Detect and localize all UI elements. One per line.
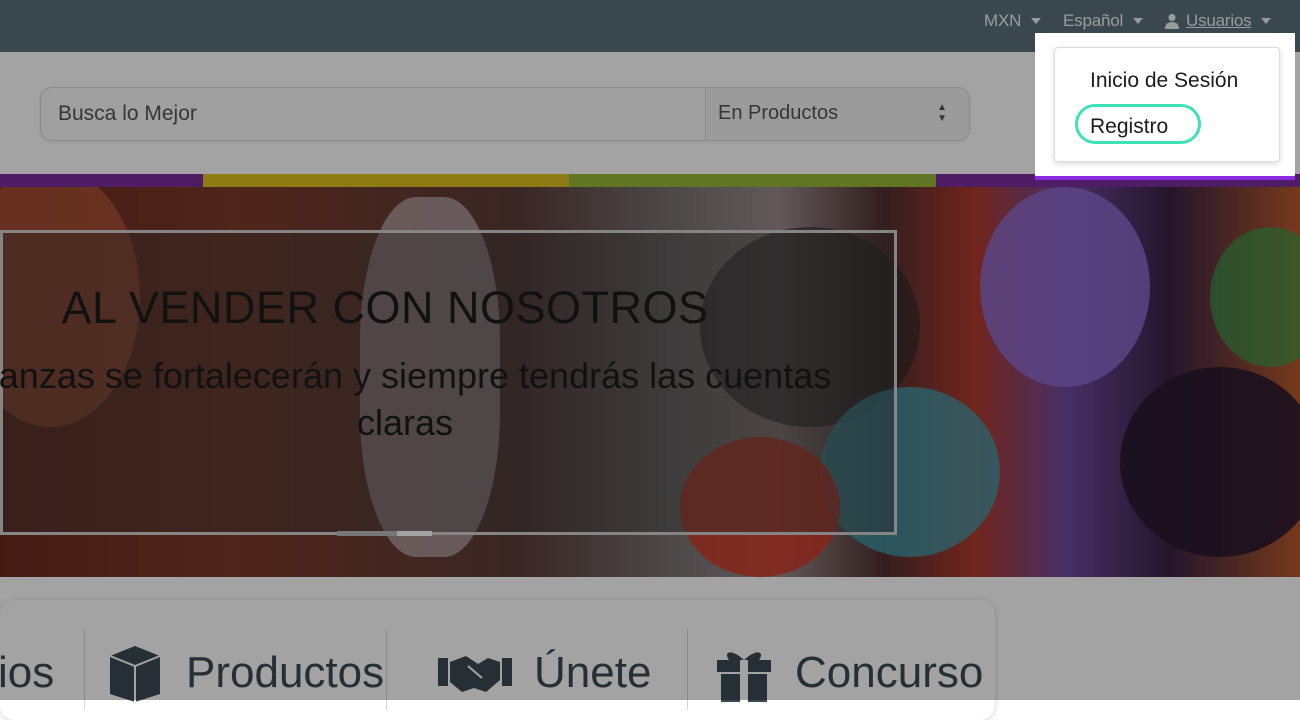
stripe-yellow xyxy=(203,174,569,187)
card-label: Productos xyxy=(186,648,385,697)
divider xyxy=(687,630,688,710)
feature-cards: ios Productos Únete Concurso xyxy=(0,600,995,720)
card-label: Concurso xyxy=(795,648,984,697)
hero-subtitle: nanzas se fortalecerán y siempre tendrás… xyxy=(0,352,870,446)
search-button[interactable] xyxy=(953,88,970,140)
search-scope-value: En Productos xyxy=(718,102,839,124)
user-dropdown-menu: Inicio de Sesión Registro xyxy=(1054,47,1280,162)
gift-icon xyxy=(717,652,771,702)
hero-subtitle-line1: nanzas se fortalecerán y siempre tendrás… xyxy=(0,355,832,396)
card-label: ios xyxy=(0,648,55,697)
user-menu-dropdown[interactable]: Usuarios xyxy=(1164,11,1272,31)
box-icon xyxy=(109,646,161,702)
hero-decor xyxy=(1210,227,1300,367)
menu-item-register[interactable]: Registro xyxy=(1090,115,1168,139)
language-label: Español xyxy=(1063,11,1124,30)
currency-dropdown[interactable]: MXN xyxy=(984,11,1042,31)
currency-label: MXN xyxy=(984,11,1022,30)
card-partial[interactable]: ios xyxy=(0,638,54,708)
chevron-down-icon xyxy=(1133,18,1144,24)
menu-item-login[interactable]: Inicio de Sesión xyxy=(1090,69,1238,93)
search-scope-select[interactable]: En Productos ▲ ▼ xyxy=(705,88,953,140)
search-bar: Busca lo Mejor En Productos ▲ ▼ xyxy=(40,87,970,141)
divider xyxy=(386,630,387,710)
search-input[interactable]: Busca lo Mejor xyxy=(41,88,705,140)
hero-banner: AL VENDER CON NOSOTROS nanzas se fortale… xyxy=(0,187,1300,577)
user-icon xyxy=(1165,13,1179,29)
card-unete[interactable]: Únete xyxy=(438,638,651,708)
language-dropdown[interactable]: Español xyxy=(1063,11,1144,31)
card-label: Únete xyxy=(534,648,652,697)
stripe-purple xyxy=(0,174,203,187)
hero-subtitle-line2: claras xyxy=(356,402,454,443)
user-menu-label: Usuarios xyxy=(1186,11,1252,30)
select-arrows-icon: ▲ ▼ xyxy=(937,102,947,124)
carousel-indicator[interactable] xyxy=(337,531,397,536)
card-concurso[interactable]: Concurso xyxy=(715,638,983,708)
search-icon xyxy=(969,102,970,126)
hero-title: AL VENDER CON NOSOTROS xyxy=(61,282,709,333)
carousel-indicator-active[interactable] xyxy=(397,531,432,536)
hero-decor xyxy=(1120,367,1300,557)
stripe-green xyxy=(569,174,936,187)
chevron-down-icon xyxy=(1261,18,1272,24)
chevron-down-icon xyxy=(1031,18,1042,24)
hero-decor xyxy=(980,187,1150,387)
card-productos[interactable]: Productos xyxy=(106,638,384,708)
handshake-icon xyxy=(438,656,512,692)
divider xyxy=(84,630,85,710)
